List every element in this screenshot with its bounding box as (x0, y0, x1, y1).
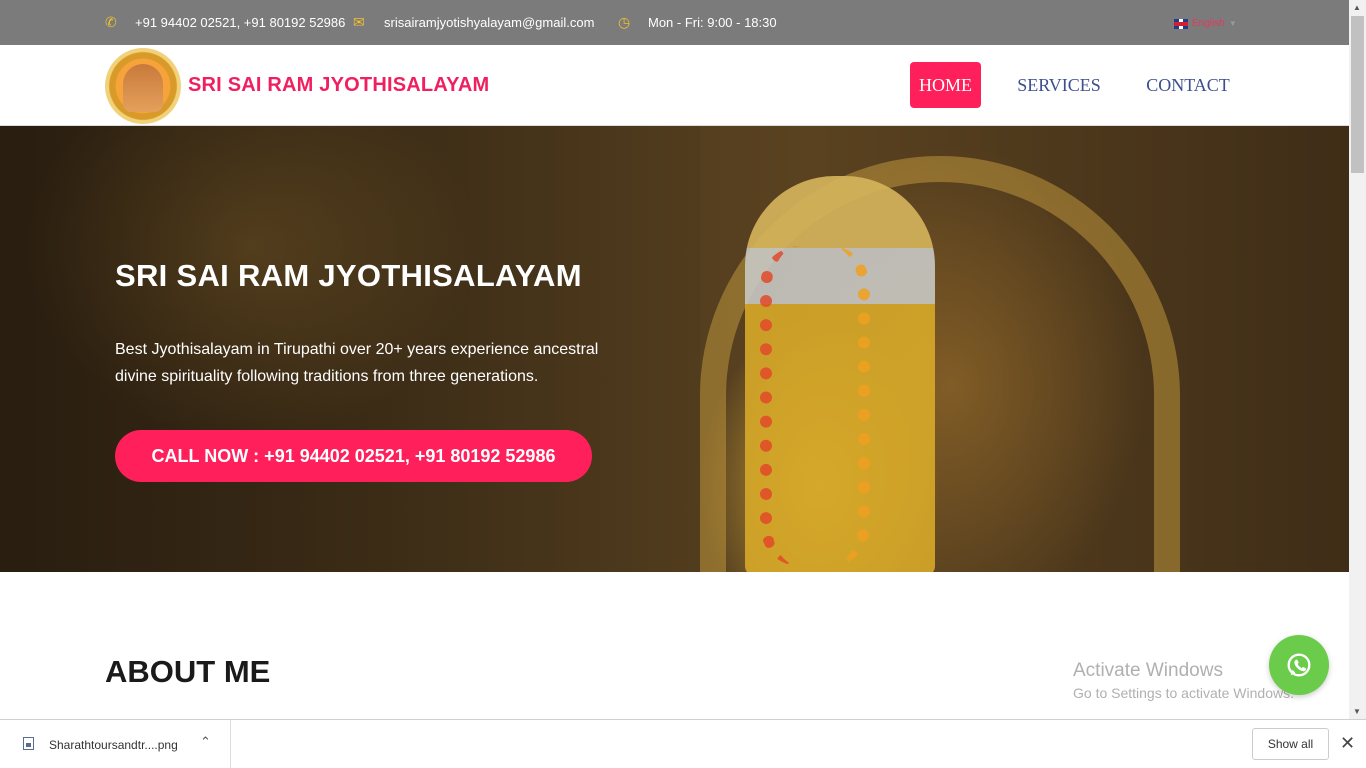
chevron-down-icon: ▼ (1228, 19, 1237, 28)
uk-flag-icon (1174, 18, 1188, 29)
whatsapp-button[interactable] (1269, 635, 1329, 695)
logo-image[interactable] (105, 48, 181, 124)
hours-info: ◷ Mon - Fri: 9:00 - 18:30 (618, 14, 777, 31)
language-selector[interactable]: English ▼ (1174, 18, 1237, 29)
hero-description: Best Jyothisalayam in Tirupathi over 20+… (115, 341, 599, 385)
nav-contact[interactable]: CONTACT (1135, 62, 1241, 108)
download-file-name[interactable]: Sharathtoursandtr....png (49, 738, 178, 752)
about-heading: ABOUT ME (105, 654, 271, 689)
nav-home[interactable]: HOME (910, 62, 981, 108)
hero-banner: SRI SAI RAM JYOTHISALAYAM Best Jyothisal… (0, 126, 1349, 572)
site-header: SRI SAI RAM JYOTHISALAYAM HOME SERVICES … (0, 45, 1349, 126)
envelope-icon: ✉ (353, 14, 365, 30)
phone-text: +91 94402 02521, +91 80192 52986 (135, 15, 346, 30)
hero-title: SRI SAI RAM JYOTHISALAYAM (115, 258, 582, 293)
phone-icon: ✆ (105, 14, 117, 30)
vertical-scrollbar[interactable]: ▲ ▼ (1349, 0, 1366, 719)
brand-name[interactable]: SRI SAI RAM JYOTHISALAYAM (188, 74, 489, 97)
whatsapp-icon (1287, 653, 1311, 677)
show-all-button[interactable]: Show all (1252, 728, 1329, 760)
garland-image (760, 246, 870, 566)
file-icon (23, 737, 34, 750)
top-info-bar: ✆ +91 94402 02521, +91 80192 52986 ✉ sri… (0, 0, 1349, 45)
chevron-up-icon[interactable]: ⌃ (200, 734, 211, 750)
phone-info: ✆ +91 94402 02521, +91 80192 52986 (105, 14, 345, 31)
close-icon[interactable]: ✕ (1340, 733, 1355, 754)
windows-activation-watermark: Activate Windows Go to Settings to activ… (1073, 660, 1294, 701)
call-now-button[interactable]: CALL NOW : +91 94402 02521, +91 80192 52… (115, 430, 592, 482)
scroll-down-icon[interactable]: ▼ (1353, 707, 1361, 716)
email-info: ✉ srisairamjyotishyalayam@gmail.com (353, 14, 594, 31)
clock-icon: ◷ (618, 14, 631, 30)
hours-text: Mon - Fri: 9:00 - 18:30 (648, 15, 777, 30)
watermark-line-1: Activate Windows (1073, 660, 1223, 681)
download-item[interactable]: Sharathtoursandtr....png ⌃ (0, 720, 231, 768)
scroll-up-icon[interactable]: ▲ (1353, 3, 1361, 12)
download-bar: Sharathtoursandtr....png ⌃ Show all ✕ (0, 719, 1366, 768)
scrollbar-thumb[interactable] (1351, 16, 1364, 173)
email-text[interactable]: srisairamjyotishyalayam@gmail.com (384, 15, 594, 30)
language-label: English (1192, 18, 1225, 29)
nav-services[interactable]: SERVICES (1005, 62, 1113, 108)
watermark-line-2: Go to Settings to activate Windows. (1073, 685, 1294, 701)
